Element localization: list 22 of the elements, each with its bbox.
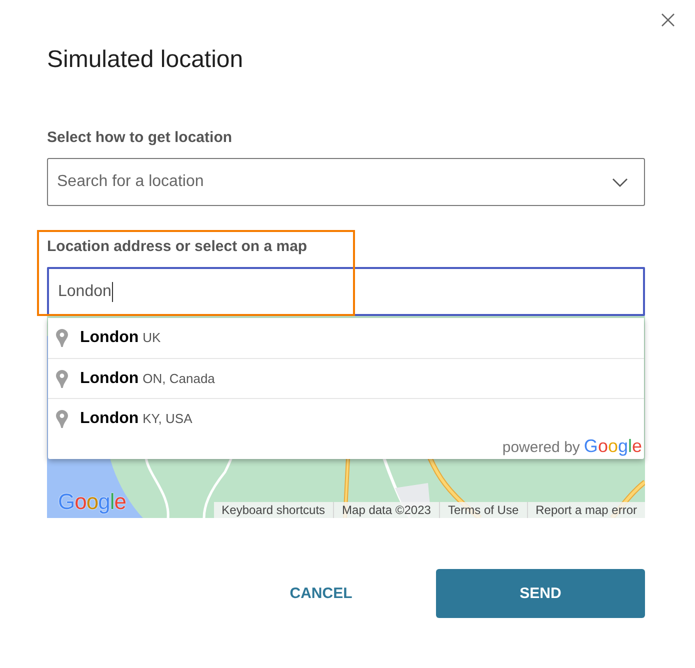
- suggestion-item[interactable]: London ON, Canada: [48, 358, 644, 398]
- field-label: Location address or select on a map: [47, 237, 308, 257]
- cancel-button[interactable]: CANCEL: [256, 569, 386, 618]
- map-logo: Google: [58, 490, 126, 514]
- location-pin-icon: [56, 410, 68, 428]
- chevron-down-icon: [612, 178, 628, 186]
- attribution-text: powered by Google: [502, 436, 642, 458]
- suggestion-item[interactable]: London UK: [48, 318, 644, 358]
- attribution-link[interactable]: Map data ©2023: [333, 502, 439, 518]
- dialog-title: Simulated location: [47, 46, 244, 74]
- close-icon: [660, 12, 676, 28]
- close-button[interactable]: [660, 12, 676, 28]
- location-pin-icon: [56, 329, 68, 347]
- dropdown-select[interactable]: Search for a location: [47, 158, 645, 206]
- attribution-link[interactable]: Report a map error: [526, 502, 645, 518]
- attribution-link[interactable]: Terms of Use: [438, 502, 527, 518]
- send-button[interactable]: SEND: [436, 569, 645, 618]
- field-label: Select how to get location: [47, 128, 232, 148]
- attribution-link[interactable]: Keyboard shortcuts: [214, 502, 334, 518]
- input-field[interactable]: London: [47, 267, 645, 316]
- suggestion-item[interactable]: London KY, USA: [48, 398, 644, 438]
- location-pin-icon: [56, 370, 68, 388]
